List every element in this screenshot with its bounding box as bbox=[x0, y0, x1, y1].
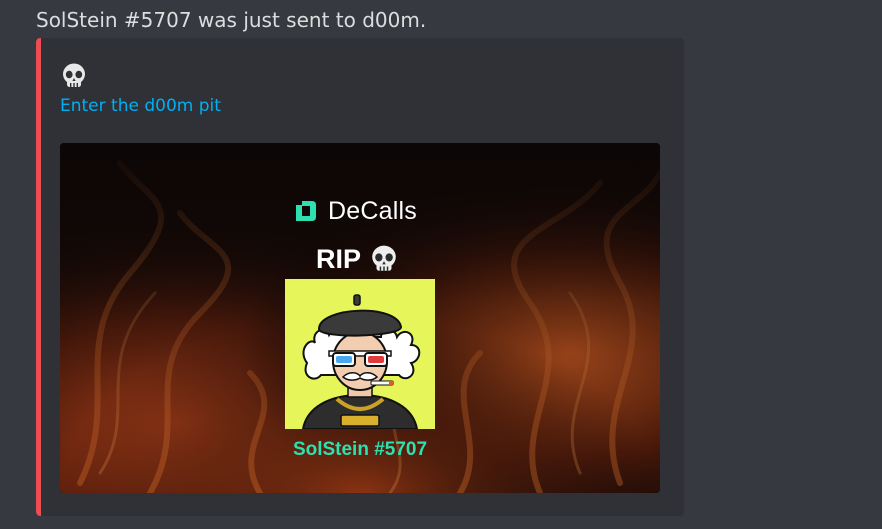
embed-accent-bar bbox=[36, 38, 41, 516]
message-text: SolStein #5707 was just sent to d00m. bbox=[36, 8, 427, 32]
rip-heading: RIP bbox=[316, 241, 399, 277]
skull-icon bbox=[372, 245, 396, 271]
skull-icon bbox=[63, 63, 85, 87]
chat-message: SolStein #5707 was just sent to d00m. En… bbox=[0, 0, 882, 529]
nft-name: SolStein #5707 bbox=[292, 439, 428, 460]
embed-title-link[interactable]: Enter the d00m pit bbox=[60, 94, 221, 118]
decalls-logo-icon bbox=[296, 201, 316, 221]
embed-image[interactable]: DeCalls RIP SolStein #5707 bbox=[60, 143, 660, 493]
solstein-portrait bbox=[301, 294, 421, 429]
decalls-brand: DeCalls bbox=[294, 197, 417, 225]
rip-label: RIP bbox=[316, 243, 362, 274]
brand-name: DeCalls bbox=[328, 196, 417, 225]
message-embed: Enter the d00m pit DeCalls RIP SolStein … bbox=[36, 38, 684, 516]
nft-image bbox=[285, 279, 435, 429]
